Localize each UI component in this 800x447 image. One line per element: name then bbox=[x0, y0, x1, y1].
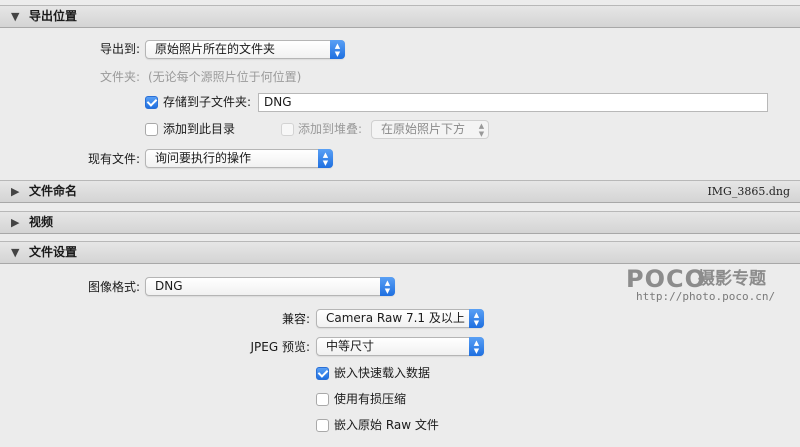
existing-files-value: 询问要执行的操作 bbox=[155, 151, 252, 165]
section-header-video[interactable]: ▶ 视频 bbox=[0, 211, 800, 234]
compatibility-popup[interactable]: Camera Raw 7.1 及以上 ▲ ▼ bbox=[316, 309, 484, 328]
export-to-value: 原始照片所在的文件夹 bbox=[155, 42, 276, 56]
image-format-label: 图像格式: bbox=[87, 280, 140, 294]
add-to-catalog-checkbox[interactable] bbox=[145, 123, 158, 136]
lossy-compression-checkbox[interactable] bbox=[316, 393, 329, 406]
section-title: 导出位置 bbox=[29, 9, 78, 23]
popup-chevron-icon: ▲ ▼ bbox=[478, 122, 485, 138]
add-to-stack-label: 添加到堆叠: bbox=[298, 122, 363, 136]
jpeg-preview-label: JPEG 预览: bbox=[250, 340, 310, 354]
folder-value: (无论每个源照片位于何位置) bbox=[148, 70, 302, 84]
subfolder-label: 存储到子文件夹: bbox=[163, 95, 252, 109]
popup-chevron-icon: ▲ ▼ bbox=[380, 277, 395, 296]
export-to-label: 导出到: bbox=[99, 42, 140, 56]
jpeg-preview-popup[interactable]: 中等尺寸 ▲ ▼ bbox=[316, 337, 484, 356]
folder-label: 文件夹: bbox=[99, 70, 140, 84]
export-location-panel: 导出到: 原始照片所在的文件夹 ▲ ▼ 文件夹: (无论每个源照片位于何位置) 存… bbox=[0, 28, 800, 178]
image-format-value: DNG bbox=[155, 279, 183, 293]
stack-position-value: 在原始照片下方 bbox=[381, 122, 466, 136]
section-header-export-location[interactable]: ▼ 导出位置 bbox=[0, 5, 800, 28]
disclosure-closed-icon[interactable]: ▶ bbox=[11, 185, 19, 199]
section-title: 文件命名 bbox=[29, 184, 78, 198]
section-header-file-settings[interactable]: ▼ 文件设置 bbox=[0, 241, 800, 264]
subfolder-value: DNG bbox=[264, 95, 292, 109]
compatibility-label: 兼容: bbox=[281, 312, 310, 326]
disclosure-open-icon[interactable]: ▼ bbox=[11, 10, 19, 24]
existing-files-popup[interactable]: 询问要执行的操作 ▲ ▼ bbox=[145, 149, 333, 168]
file-naming-summary: IMG_3865.dng bbox=[707, 185, 790, 198]
popup-chevron-icon: ▲ ▼ bbox=[318, 149, 333, 168]
compatibility-value: Camera Raw 7.1 及以上 bbox=[326, 311, 465, 325]
watermark-url: http://photo.poco.cn/ bbox=[636, 290, 776, 303]
stack-position-popup[interactable]: 在原始照片下方 ▲ ▼ bbox=[371, 120, 489, 139]
add-to-catalog-label: 添加到此目录 bbox=[163, 122, 236, 136]
jpeg-preview-value: 中等尺寸 bbox=[326, 339, 375, 353]
disclosure-open-icon[interactable]: ▼ bbox=[11, 246, 19, 260]
popup-chevron-icon: ▲ ▼ bbox=[469, 337, 484, 356]
subfolder-field[interactable]: DNG bbox=[258, 93, 768, 112]
embed-raw-label: 嵌入原始 Raw 文件 bbox=[334, 418, 439, 432]
section-title: 视频 bbox=[29, 215, 54, 229]
export-to-popup[interactable]: 原始照片所在的文件夹 ▲ ▼ bbox=[145, 40, 345, 59]
embed-fast-load-checkbox[interactable] bbox=[316, 367, 329, 380]
watermark-brand: POCO bbox=[626, 265, 707, 293]
lossy-compression-label: 使用有损压缩 bbox=[334, 392, 407, 406]
subfolder-checkbox[interactable] bbox=[145, 96, 158, 109]
section-title: 文件设置 bbox=[29, 245, 78, 259]
disclosure-closed-icon[interactable]: ▶ bbox=[11, 216, 19, 230]
existing-files-label: 现有文件: bbox=[87, 152, 140, 166]
watermark-subtitle: 摄影专题 bbox=[698, 269, 766, 289]
image-format-popup[interactable]: DNG ▲ ▼ bbox=[145, 277, 395, 296]
popup-chevron-icon: ▲ ▼ bbox=[469, 309, 484, 328]
embed-fast-load-label: 嵌入快速载入数据 bbox=[334, 366, 431, 380]
section-header-file-naming[interactable]: ▶ 文件命名 IMG_3865.dng bbox=[0, 180, 800, 203]
embed-raw-checkbox[interactable] bbox=[316, 419, 329, 432]
popup-chevron-icon: ▲ ▼ bbox=[330, 40, 345, 59]
add-to-stack-checkbox[interactable] bbox=[281, 123, 294, 136]
